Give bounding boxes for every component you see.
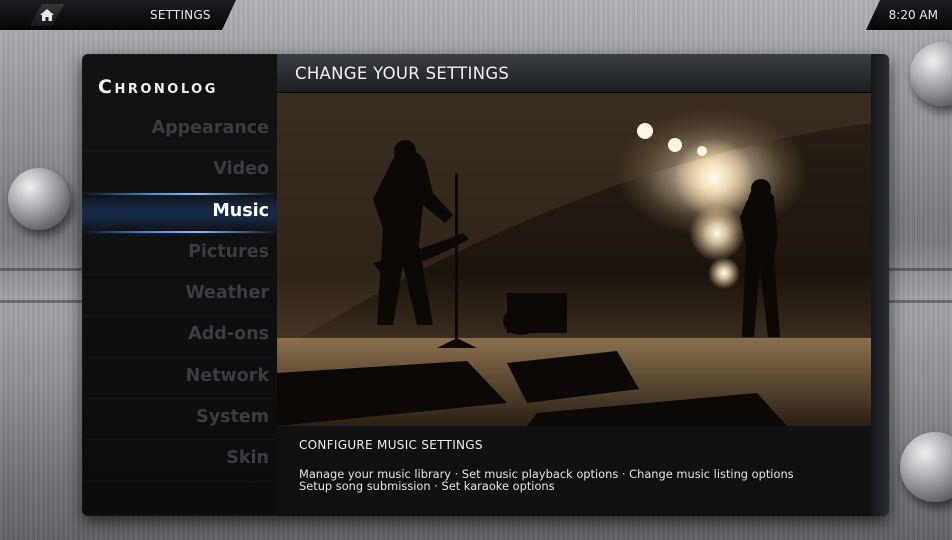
menu-item-label: Video — [213, 159, 269, 180]
page-title: CHANGE YOUR SETTINGS — [295, 64, 510, 83]
menu-item-appearance[interactable]: Appearance — [82, 110, 277, 151]
menu-item-add-ons[interactable]: Add-ons — [82, 316, 277, 357]
menu-item-label: Music — [212, 200, 269, 221]
menu-item-label: Network — [185, 365, 269, 386]
menu-item-label: System — [196, 407, 269, 428]
settings-menu: Appearance Video Music Pictures Weather … — [82, 110, 277, 482]
category-description: CONFIGURE MUSIC SETTINGS Manage your mus… — [277, 426, 871, 516]
section-description: Manage your music library · Set music pl… — [299, 468, 794, 492]
concert-stage-illustration — [277, 93, 871, 426]
header-bar: CHANGE YOUR SETTINGS — [277, 54, 871, 93]
description-line: Setup song submission · Set karaoke opti… — [299, 479, 555, 493]
category-fanart-image — [277, 93, 871, 426]
menu-item-video[interactable]: Video — [82, 151, 277, 192]
menu-item-weather[interactable]: Weather — [82, 275, 277, 316]
panel-edge — [871, 54, 889, 516]
menu-item-system[interactable]: System — [82, 399, 277, 440]
menu-item-music[interactable]: Music — [82, 192, 277, 234]
menu-item-label: Add-ons — [188, 324, 269, 345]
menu-item-pictures[interactable]: Pictures — [82, 234, 277, 275]
breadcrumb: SETTINGS — [150, 8, 211, 22]
clock: 8:20 AM — [888, 8, 938, 22]
section-title: CONFIGURE MUSIC SETTINGS — [299, 438, 483, 452]
menu-item-skin[interactable]: Skin — [82, 440, 277, 481]
menu-item-label: Weather — [185, 283, 269, 304]
home-icon — [40, 9, 54, 21]
menu-item-label: Pictures — [188, 241, 269, 262]
rivet — [8, 168, 70, 230]
menu-item-label: Skin — [226, 448, 269, 469]
menu-item-network[interactable]: Network — [82, 358, 277, 399]
menu-item-label: Appearance — [151, 118, 269, 138]
skin-logo: Chronolog — [98, 76, 218, 98]
settings-panel: Chronolog Appearance Video Music Picture… — [82, 54, 889, 516]
